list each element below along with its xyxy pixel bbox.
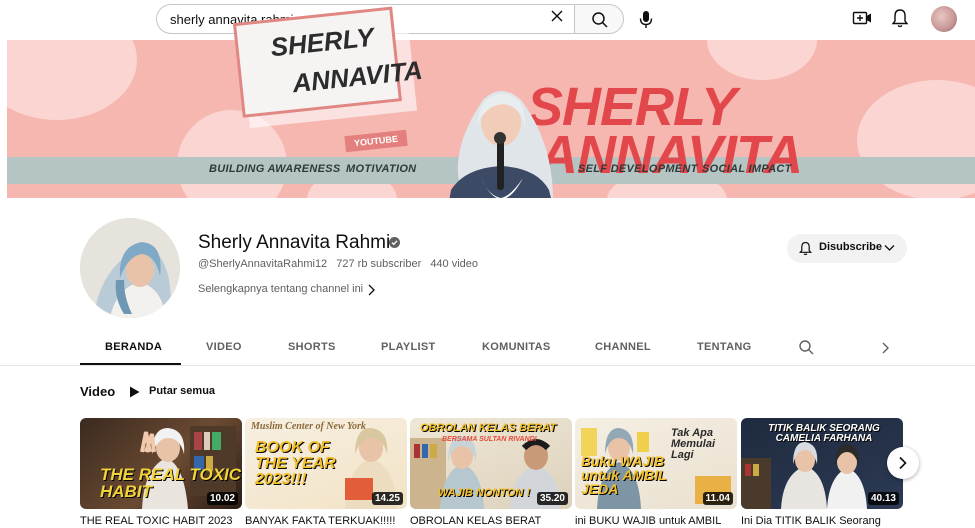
play-icon[interactable] <box>129 386 140 398</box>
video-duration: 35.20 <box>536 492 568 505</box>
thumbnail-caption: Buku WAJIB untuk AMBIL JEDA <box>581 453 667 497</box>
banner-decoration <box>7 40 137 120</box>
channel-avatar-image <box>80 218 180 318</box>
bell-icon <box>799 241 812 256</box>
chevron-right-icon[interactable] <box>366 283 376 297</box>
verified-badge-icon <box>389 237 400 248</box>
thumbnail-subcaption: Muslim Center of New York <box>251 421 366 432</box>
channel-banner: SHERLY ANNAVITA BUILDING AWARENESS MOTIV… <box>7 40 975 198</box>
section-title: Video <box>80 384 116 399</box>
tabs-scroll-right-icon[interactable] <box>879 341 891 355</box>
thumbnail-caption: OBROLAN KELAS BERAT <box>420 422 557 434</box>
tab-tentang[interactable]: TENTANG <box>697 341 751 353</box>
thumbnail-caption: BOOK OF THE YEAR 2023!!! <box>255 439 336 488</box>
play-all-button[interactable]: Putar semua <box>149 385 215 397</box>
carousel-next-button[interactable] <box>887 447 919 479</box>
thumbnail-subcaption: BERSAMA SULTAN RIVANDI <box>442 436 537 443</box>
channel-meta: @SherlyAnnavitaRahmi12 727 rb subscriber… <box>198 258 484 270</box>
tab-beranda[interactable]: BERANDA <box>105 341 162 353</box>
tab-video[interactable]: VIDEO <box>206 341 242 353</box>
subscriber-count: 727 rb subscriber <box>336 258 422 270</box>
banner-topic-label: MOTIVATION <box>346 163 417 175</box>
tab-komunitas[interactable]: KOMUNITAS <box>482 341 551 353</box>
banner-decoration <box>707 40 817 80</box>
notifications-bell-icon[interactable] <box>889 7 911 29</box>
video-title[interactable]: BANYAK FAKTA TERKUAK!!!!! <box>245 515 407 527</box>
account-avatar[interactable] <box>931 6 957 32</box>
top-bar <box>0 0 975 38</box>
channel-avatar[interactable] <box>80 218 180 318</box>
search-icon <box>592 12 608 28</box>
active-tab-indicator <box>80 363 181 365</box>
microphone-icon[interactable] <box>633 6 659 32</box>
channel-name: Sherly Annavita Rahmi <box>198 232 391 253</box>
video-count: 440 video <box>430 258 479 270</box>
tab-playlist[interactable]: PLAYLIST <box>381 341 436 353</box>
clear-icon[interactable] <box>550 9 564 23</box>
tab-channel[interactable]: CHANNEL <box>595 341 651 353</box>
banner-person-illustration <box>449 91 553 198</box>
chevron-down-icon <box>884 245 895 251</box>
channel-handle: @SherlyAnnavitaRahmi12 <box>198 258 328 270</box>
banner-logo-card: SHERLY ANNAVITA <box>232 5 424 129</box>
video-thumbnail[interactable]: Tak Apa Memulai Lagi Buku WAJIB untuk AM… <box>575 418 737 509</box>
video-duration: 14.25 <box>371 492 403 505</box>
banner-topic-label: BUILDING AWARENESS <box>209 163 341 175</box>
video-title[interactable]: Ini Dia TITIK BALIK Seorang <box>741 515 903 527</box>
subscribed-button[interactable]: Disubscribe <box>787 234 907 263</box>
banner-topic-label: SOCIAL IMPACT <box>702 163 792 175</box>
video-duration: 40.13 <box>867 492 899 505</box>
video-title[interactable]: THE REAL TOXIC HABIT 2023 <box>80 515 242 527</box>
logo-text-line1: SHERLY <box>269 21 376 63</box>
channel-tabs: BERANDA VIDEO SHORTS PLAYLIST KOMUNITAS … <box>0 334 975 366</box>
video-thumbnail[interactable]: THE REAL TOXIC HABIT 10.02 <box>80 418 242 509</box>
video-duration: 10.02 <box>206 492 238 505</box>
video-title[interactable]: ini BUKU WAJIB untuk AMBIL <box>575 515 737 527</box>
chevron-right-icon <box>899 456 907 470</box>
create-video-icon[interactable] <box>851 7 873 29</box>
tab-shorts[interactable]: SHORTS <box>288 341 336 353</box>
logo-card-face: SHERLY ANNAVITA <box>232 6 424 118</box>
video-thumbnail[interactable]: Muslim Center of New York BOOK OF THE YE… <box>245 418 407 509</box>
search-button[interactable] <box>574 4 624 34</box>
video-title[interactable]: OBROLAN KELAS BERAT <box>410 515 572 527</box>
banner-topic-label: SELF DEVELOPMENT <box>578 163 698 175</box>
video-thumbnail[interactable]: TITIK BALIK SEORANG CAMELIA FARHANA 40.1… <box>741 418 903 509</box>
thumbnail-cta: WAJIB NONTON ! <box>438 487 531 499</box>
video-thumbnail[interactable]: OBROLAN KELAS BERAT BERSAMA SULTAN RIVAN… <box>410 418 572 509</box>
video-duration: 11.04 <box>702 492 733 505</box>
thumbnail-caption: TITIK BALIK SEORANG CAMELIA FARHANA <box>768 423 880 444</box>
subscribed-label: Disubscribe <box>819 241 882 253</box>
more-about-channel-link[interactable]: Selengkapnya tentang channel ini <box>198 283 363 295</box>
channel-search-icon[interactable] <box>798 339 815 356</box>
